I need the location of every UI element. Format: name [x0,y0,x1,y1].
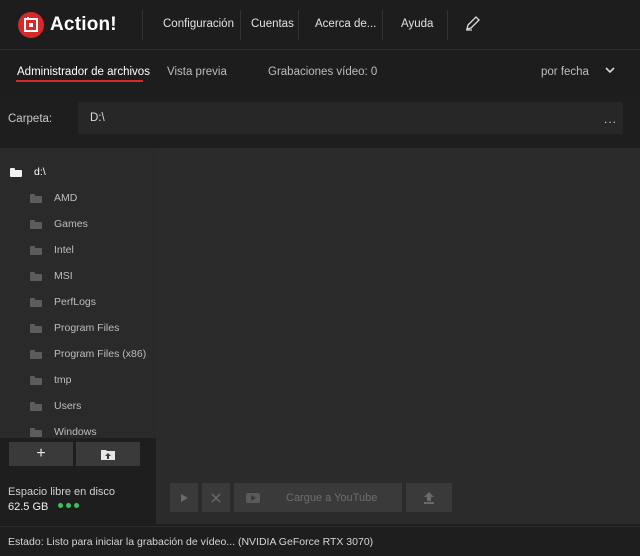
menu-configuracion[interactable]: Configuración [163,18,234,30]
folder-path-value: D:\ [90,112,105,124]
folder-row: Carpeta: D:\ ... [0,96,640,142]
tree-item[interactable]: Games [30,214,88,234]
menu-divider [142,10,143,40]
folder-icon [30,375,42,385]
tree-root-drive[interactable]: d:\ [10,162,46,182]
menu-ayuda[interactable]: Ayuda [401,18,433,30]
plus-icon: + [36,445,46,462]
tree-item-label: Windows [54,426,97,438]
folder-icon [30,297,42,307]
status-text: Estado: Listo para iniciar la grabación … [8,536,374,548]
close-icon [211,492,221,503]
tree-item[interactable]: Intel [30,240,74,260]
tree-item-label: MSI [54,270,73,282]
folder-icon [10,167,22,177]
folder-icon [30,271,42,281]
folder-icon [30,401,42,411]
tab-bar: Administrador de archivos Vista previa G… [0,51,640,95]
upload-youtube-button[interactable]: Cargue a YouTube [234,483,402,512]
folder-icon [30,427,42,437]
menu-divider [240,10,241,40]
tree-item[interactable]: tmp [30,370,72,390]
preview-area [156,148,640,524]
top-bar: Action! Configuración Cuentas Acerca de.… [0,0,640,50]
tree-item[interactable]: PerfLogs [30,292,96,312]
menu-divider [447,10,448,40]
tree-item[interactable]: MSI [30,266,73,286]
delete-button[interactable] [202,483,230,512]
folder-open-icon [101,449,115,460]
tab-preview[interactable]: Vista previa [167,66,227,78]
youtube-icon [246,492,260,503]
folder-tree: d:\ AMD Games Intel MSI PerfLogs Program… [0,148,156,438]
folder-path-field[interactable]: D:\ ... [78,102,623,134]
folder-label: Carpeta: [8,113,53,125]
disk-space-value: 62.5 GB [8,501,49,513]
tree-item-label: PerfLogs [54,296,97,308]
tree-item-label: Games [54,218,88,230]
tree-item[interactable]: Program Files (x86) [30,344,146,364]
tree-buttons: + [0,438,156,470]
browse-folder-button[interactable]: ... [604,112,617,126]
disk-space: Espacio libre en disco 62.5 GB [0,472,156,524]
menu-acerca-de[interactable]: Acerca de... [315,18,376,30]
status-bar: Estado: Listo para iniciar la grabación … [0,526,640,556]
tree-item-label: AMD [54,192,78,204]
sort-select[interactable]: por fecha [541,66,589,78]
folder-icon [30,323,42,333]
tree-item[interactable]: AMD [30,188,77,208]
tree-item-label: Program Files [54,322,120,334]
tree-item[interactable]: Program Files [30,318,119,338]
folder-icon [30,219,42,229]
active-tab-indicator [16,80,143,82]
upload-icon [424,492,434,504]
tree-item-label: Intel [54,244,74,256]
menu-divider [382,10,383,40]
tree-item-label: Program Files (x86) [54,348,147,360]
folder-icon [30,245,42,255]
tree-item-label: tmp [54,374,72,386]
folder-icon [30,193,42,203]
chevron-down-icon[interactable] [604,64,616,79]
upload-youtube-label: Cargue a YouTube [286,491,378,504]
tree-item[interactable]: Users [30,396,81,416]
tab-file-manager[interactable]: Administrador de archivos [17,66,150,78]
disk-space-label: Espacio libre en disco [8,486,116,498]
app-logo: Action! [18,10,117,40]
play-icon [181,493,188,502]
folder-icon [30,349,42,359]
menu-cuentas[interactable]: Cuentas [251,18,294,30]
app-title: Action! [50,14,117,35]
tree-item-label: d:\ [34,166,46,178]
tree-item[interactable]: Windows [30,422,97,438]
pen-icon[interactable] [464,15,482,34]
action-logo-icon [18,12,44,38]
tree-item-label: Users [54,400,82,412]
recordings-count: Grabaciones vídeo: 0 [268,66,378,78]
upload-button[interactable] [406,483,452,512]
play-button[interactable] [170,483,198,512]
disk-status-indicator [58,503,79,508]
open-folder-button[interactable] [76,442,140,466]
menu-divider [298,10,299,40]
add-folder-button[interactable]: + [9,442,73,466]
